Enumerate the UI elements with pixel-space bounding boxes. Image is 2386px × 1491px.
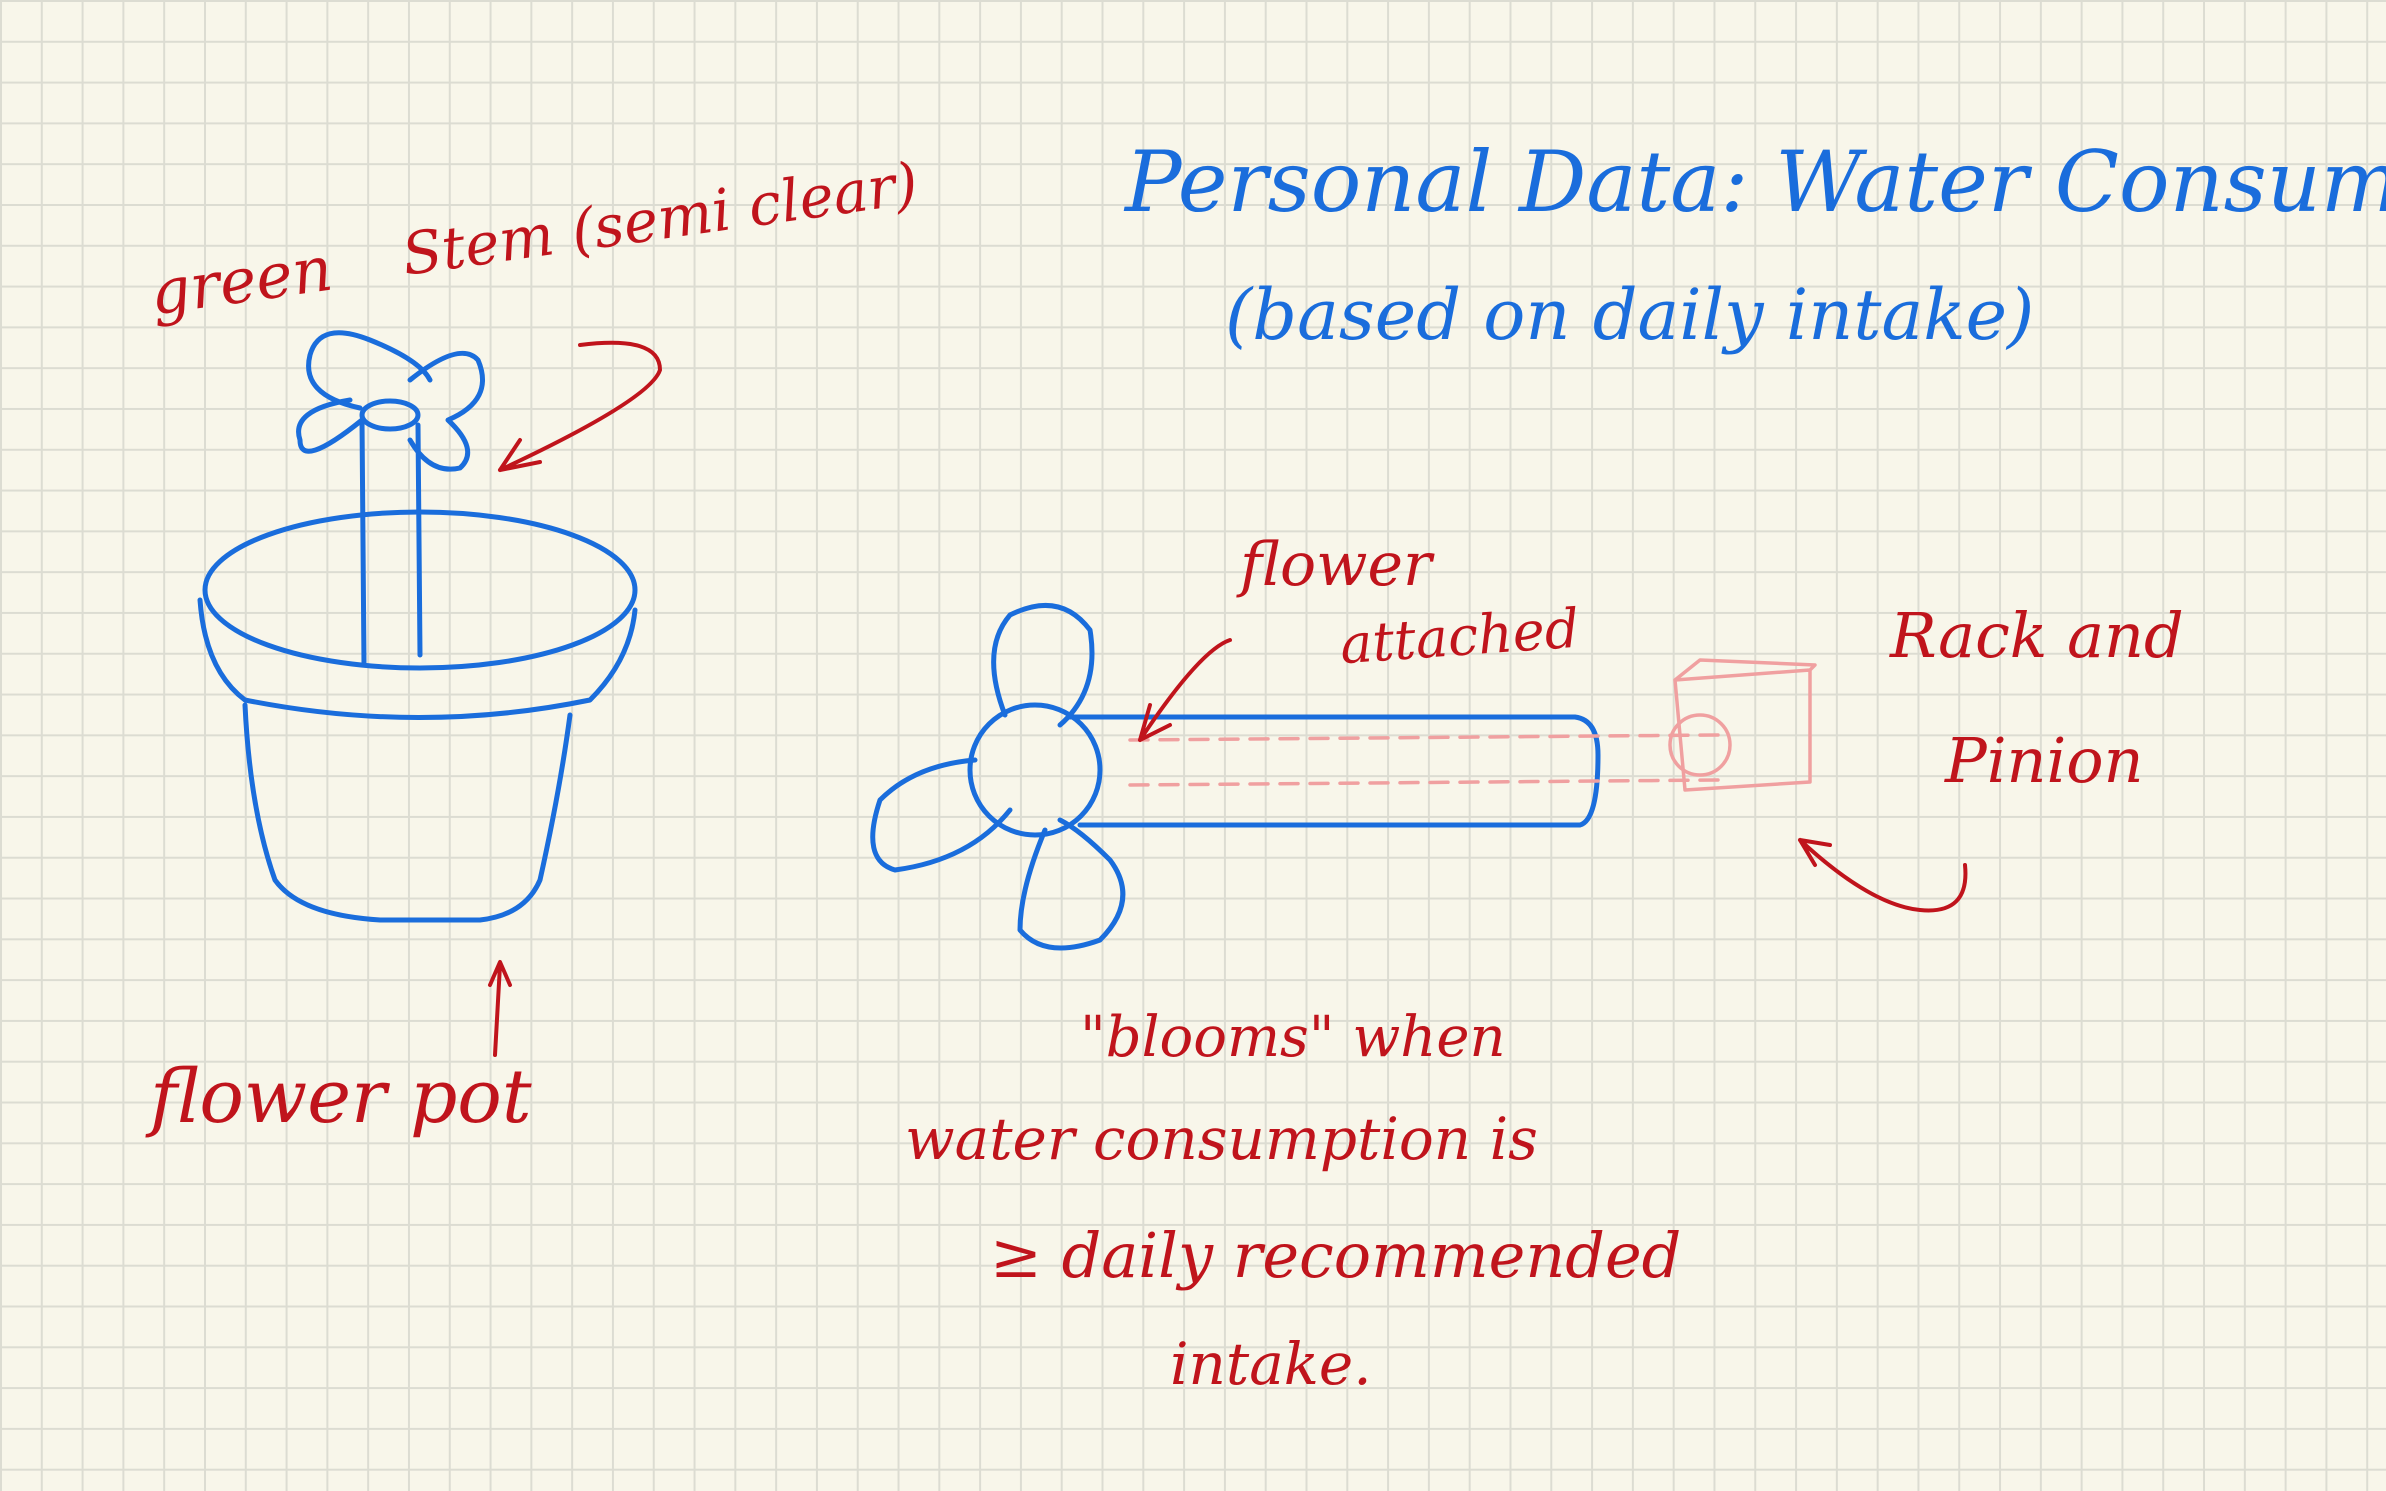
stem (359, 417, 367, 668)
stem-right (415, 422, 423, 658)
label-flower-pot: flower pot (150, 1054, 532, 1140)
stem-arrow (498, 340, 662, 472)
page-title: Personal Data: Water Consumption (1125, 133, 2386, 231)
pinion-box (1673, 658, 1817, 792)
flower-attached-arrow (1138, 638, 1232, 742)
label-rack-line1: Rack and (1890, 599, 2184, 672)
flower-center (967, 702, 1103, 838)
label-rack-line2: Pinion (1945, 724, 2144, 797)
page-subtitle: (based on daily intake) (1225, 274, 2035, 356)
pinion-arrow (1798, 838, 1968, 913)
flower-petals (296, 350, 485, 472)
pot-arrow (488, 960, 512, 1057)
caption-line3: ≥ daily recommended (990, 1219, 1682, 1292)
label-flower-attached-line2: attached (1338, 596, 1582, 677)
notebook-page: Personal Data: Water Consumption (based … (0, 0, 2386, 1491)
caption-line4: intake. (1170, 1330, 1372, 1398)
pot-body (242, 702, 573, 923)
label-flower-attached-line1: flower (1240, 530, 1432, 600)
flower-pot-drawing (197, 330, 638, 923)
rack-drawing (1128, 658, 1817, 792)
caption-line1: "blooms" when (1080, 1005, 1506, 1070)
caption-line2: water consumption is (905, 1105, 1538, 1173)
flower-top (306, 330, 433, 411)
stem-top (359, 398, 421, 432)
flower-petal-bottom (1017, 817, 1126, 951)
